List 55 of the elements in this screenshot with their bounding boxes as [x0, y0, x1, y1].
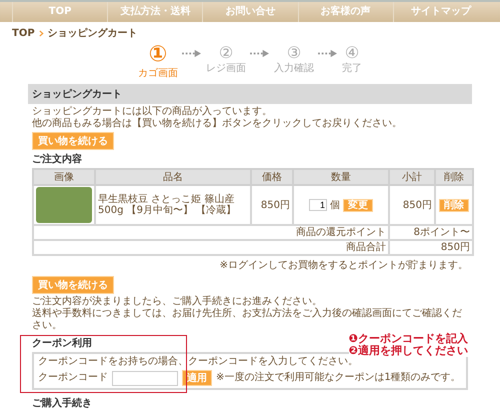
- chevron-icon: [38, 30, 44, 36]
- quantity-field[interactable]: 1: [309, 199, 327, 211]
- annotation-text: ❷適用を押してください: [348, 345, 468, 357]
- notice-text: 送料や手数料につきましては、お届け先住所、お支払方法をご入力後の確認画面にてご確認ください。: [32, 308, 463, 332]
- points-label: 商品の還元ポイント: [33, 225, 389, 240]
- continue-shopping-button[interactable]: 買い物を続ける: [32, 132, 114, 150]
- section-header: ショッピングカート: [28, 84, 472, 104]
- column-header: 削除: [435, 169, 473, 185]
- unit-label: 個: [330, 200, 340, 210]
- dotted-arrow-icon: [181, 49, 203, 58]
- coupon-description: クーポンコードをお持ちの場合、クーポンコードを入力してください。: [38, 356, 359, 368]
- step-label: レジ画面: [206, 62, 246, 75]
- price-cell: 850円: [251, 185, 293, 225]
- step-label: 入力確認: [274, 62, 314, 75]
- step-number: ①: [148, 44, 168, 66]
- product-name: 早生黒枝豆 さとっこ姫 篠山産500g 【9月中旬〜】 【冷蔵】: [95, 185, 251, 225]
- apply-button[interactable]: 適用: [182, 370, 212, 386]
- breadcrumb-current: ショッピングカート: [48, 26, 138, 40]
- login-note: ※ログインしてお買物をするとポイントが貯まります。: [218, 260, 468, 272]
- coupon-heading: クーポン利用: [32, 336, 92, 350]
- annotation-text: ❶クーポンコードを記入: [348, 333, 468, 345]
- intro-text: 他の商品もみる場合は【買い物を続ける】ボタンをクリックしてお戻りください。: [32, 118, 403, 130]
- change-button[interactable]: 変更: [343, 198, 373, 212]
- column-header: 数量: [293, 169, 389, 185]
- column-header: 画像: [33, 169, 95, 185]
- order-heading: ご注文内容: [32, 152, 82, 166]
- step-label: カゴ画面: [138, 67, 178, 80]
- total-value: 850円: [389, 240, 473, 255]
- dotted-arrow-icon: [249, 49, 271, 58]
- step-number: ③: [286, 44, 302, 61]
- column-header: 価格: [251, 169, 293, 185]
- nav-link[interactable]: サイトマップ: [392, 2, 488, 22]
- coupon-note: ※一度の注文で利用可能なクーポンは1種類のみです。: [216, 372, 461, 384]
- nav-link[interactable]: お客様の声: [298, 2, 393, 22]
- nav-link[interactable]: TOP: [12, 2, 108, 22]
- notice-text: ご注文内容が決まりましたら、ご購入手続きにお進みください。: [32, 296, 323, 308]
- continue-shopping-button[interactable]: 買い物を続ける: [32, 276, 114, 294]
- step-number: ②: [218, 44, 234, 61]
- delete-button[interactable]: 削除: [439, 198, 469, 212]
- photo-placeholder: [36, 187, 92, 223]
- column-header: 品名: [95, 169, 251, 185]
- coupon-code-field[interactable]: [112, 370, 178, 386]
- nav-link[interactable]: 支払方法・送料: [107, 2, 202, 22]
- column-header: 小計: [389, 169, 435, 185]
- breadcrumb-link[interactable]: TOP: [12, 28, 35, 38]
- step-label: 完了: [342, 62, 362, 75]
- total-label: 商品合計: [33, 240, 389, 255]
- intro-text: ショッピングカートには以下の商品が入っています。: [32, 106, 273, 118]
- step-number: ④: [344, 44, 360, 61]
- subtotal-cell: 850円: [389, 185, 435, 225]
- nav-link[interactable]: お問い合せ: [202, 2, 298, 22]
- points-value: 8ポイント〜: [389, 225, 473, 240]
- purchase-heading: ご購入手続き: [32, 396, 92, 410]
- field-label: クーポンコード: [38, 372, 108, 384]
- dotted-arrow-icon: [317, 49, 339, 58]
